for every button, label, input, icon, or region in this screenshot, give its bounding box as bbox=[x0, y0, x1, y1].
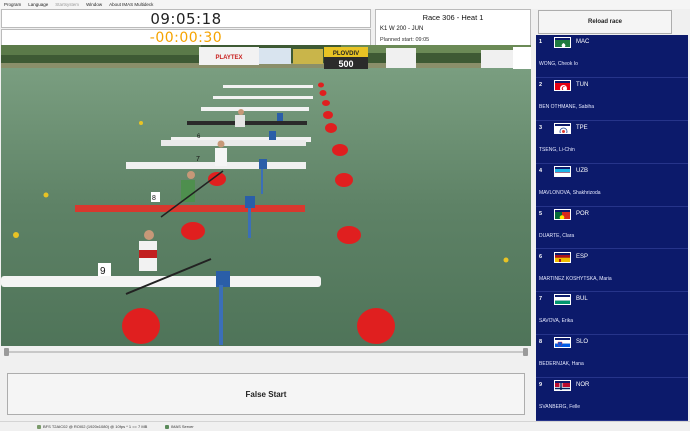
countdown-timer: -00:00:30 bbox=[149, 30, 223, 46]
false-start-button[interactable]: False Start bbox=[7, 373, 525, 415]
flag-uzb-icon bbox=[554, 165, 571, 177]
flag-tun-icon bbox=[554, 79, 571, 91]
banner-500: 500 bbox=[338, 59, 353, 69]
lane-number: 5 bbox=[539, 210, 543, 217]
lane-8: 8 SLO BEDERNJAK, Hana bbox=[536, 335, 688, 379]
scrub-handle-left[interactable] bbox=[4, 348, 9, 356]
race-info-panel: Race 306 - Heat 1 K1 W 200 - JUN Planned… bbox=[375, 9, 531, 47]
lane-9: 9 NOR SVANBERG, Felle bbox=[536, 378, 688, 422]
video-scrub-bar[interactable] bbox=[1, 347, 531, 357]
athlete-name: MAVLONOVA, Shakhrizoda bbox=[539, 189, 601, 196]
flag-tpe-icon bbox=[554, 122, 571, 134]
current-time: 09:05:18 bbox=[150, 9, 222, 28]
menu-about[interactable]: About IMAS Multideck bbox=[109, 2, 153, 7]
lane-number-9: 9 bbox=[100, 266, 106, 277]
country-code: UZB bbox=[576, 167, 588, 174]
athlete-name: WONG, Cheok Io bbox=[539, 61, 578, 67]
country-code: MAC bbox=[576, 39, 590, 45]
race-title: Race 306 - Heat 1 bbox=[422, 13, 484, 22]
menu-window[interactable]: Window bbox=[86, 2, 102, 7]
lane-number-8: 7 bbox=[196, 156, 200, 163]
menu-startsystem: Startsystem bbox=[55, 2, 80, 7]
lane-number: 3 bbox=[539, 124, 543, 131]
reload-race-button[interactable]: Reload race bbox=[538, 10, 672, 34]
camera-icon bbox=[37, 425, 41, 429]
lane-2: 2 TUN BEN OTHMANE, Sabiha bbox=[536, 78, 688, 121]
country-code: TPE bbox=[576, 124, 588, 131]
scrub-track[interactable] bbox=[6, 351, 526, 353]
country-code: TUN bbox=[576, 81, 589, 88]
athlete-name: SVANBERG, Felle bbox=[539, 404, 581, 411]
lane-number: 8 bbox=[539, 339, 543, 346]
planned-start: Planned start: 09:05 bbox=[380, 37, 430, 43]
country-code: SLO bbox=[576, 339, 589, 346]
lane-3: 3 TPE TSENG, Li-Chin bbox=[536, 121, 688, 164]
scrub-handle-right[interactable] bbox=[523, 348, 528, 356]
server-icon bbox=[165, 425, 169, 429]
flag-mac-icon bbox=[554, 37, 571, 48]
flag-bul-icon bbox=[554, 294, 571, 306]
flag-esp-icon bbox=[554, 251, 571, 263]
lane-number-9a: 8 bbox=[152, 195, 156, 202]
country-code: NOR bbox=[576, 382, 590, 389]
lane-5: 5 POR DUARTE, Clara bbox=[536, 207, 688, 250]
start-line-camera-image: PLAYTEX PLOVDIV 500 6 7 8 9 bbox=[1, 45, 531, 346]
menu-program[interactable]: Program bbox=[4, 2, 21, 7]
country-code: POR bbox=[576, 210, 590, 217]
lane-number: 4 bbox=[539, 167, 543, 174]
athlete-name: TSENG, Li-Chin bbox=[539, 146, 575, 153]
lane-4: 4 UZB MAVLONOVA, Shakhrizoda bbox=[536, 164, 688, 207]
lane-number: 9 bbox=[539, 382, 543, 389]
athlete-name: BEDERNJAK, Hana bbox=[539, 361, 584, 368]
race-class: K1 W 200 - JUN bbox=[380, 26, 424, 32]
status-bar: BFS T2AIC02 @ ROI02 (1920x1080) @ 10fps … bbox=[0, 421, 690, 431]
lane-list: 1 MAC WONG, Cheok Io 2 TUN BEN OTHMANE, … bbox=[536, 35, 688, 422]
flag-por-icon bbox=[554, 208, 571, 220]
banner-playtex: PLAYTEX bbox=[215, 55, 242, 61]
athlete-name: BEN OTHMANE, Sabiha bbox=[539, 103, 595, 110]
menu-bar: Program Language Startsystem Window Abou… bbox=[0, 0, 690, 9]
athlete-name: DUARTE, Clara bbox=[539, 232, 575, 239]
lane-number: 6 bbox=[539, 253, 543, 260]
lane-number: 2 bbox=[539, 81, 543, 88]
lane-6: 6 ESP MARTINEZ KOSHYTSKA, Maria bbox=[536, 250, 688, 293]
country-code: ESP bbox=[576, 253, 589, 260]
athlete-name: MARTINEZ KOSHYTSKA, Maria bbox=[539, 275, 612, 282]
camera-video-feed[interactable]: PLAYTEX PLOVDIV 500 6 7 8 9 bbox=[1, 45, 531, 346]
menu-language[interactable]: Language bbox=[28, 2, 48, 7]
lane-7: 7 BUL SAVOVA, Erika bbox=[536, 292, 688, 336]
banner-plovdiv: PLOVDIV bbox=[333, 51, 359, 57]
lane-number: 1 bbox=[539, 39, 543, 45]
lane-1: 1 MAC WONG, Cheok Io bbox=[536, 35, 688, 78]
flag-slo-icon bbox=[554, 337, 571, 349]
flag-nor-icon bbox=[554, 380, 571, 392]
camera-status: BFS T2AIC02 @ ROI02 (1920x1080) @ 10fps … bbox=[43, 424, 148, 429]
current-time-display: 09:05:18 bbox=[1, 9, 371, 28]
country-code: BUL bbox=[576, 296, 588, 303]
lane-number: 7 bbox=[539, 296, 543, 303]
server-status: IMAS Server bbox=[171, 424, 194, 429]
athlete-name: SAVOVA, Erika bbox=[539, 318, 573, 325]
